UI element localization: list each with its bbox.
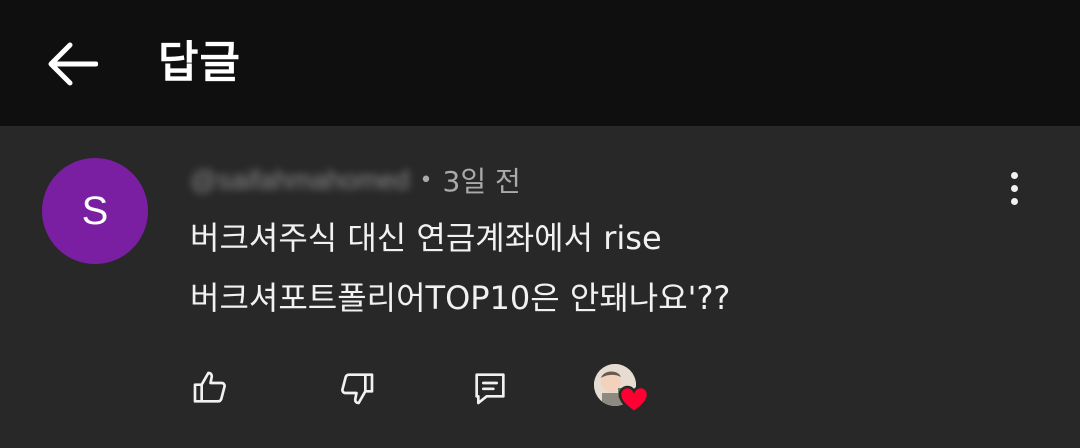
more-options-button[interactable]: [994, 166, 1034, 210]
arrow-left-icon: [48, 42, 98, 86]
thumb-down-icon: [341, 373, 374, 405]
more-vertical-icon-dot: [1010, 184, 1018, 192]
author-handle[interactable]: @saifahmahomed: [190, 165, 410, 196]
more-vertical-icon: [1010, 171, 1018, 179]
comment-text-line-1: 버크셔주식 대신 연금계좌에서 rise: [190, 219, 662, 257]
more-vertical-icon-dot: [1010, 197, 1018, 205]
dislike-button[interactable]: [331, 362, 383, 414]
comment-item: S @saifahmahomed • 3일 전 버크셔주식 대신 연금계좌에서 …: [0, 126, 1080, 448]
comment-timestamp: 3일 전: [442, 165, 521, 198]
comment-text-line-2: 버크셔포트폴리어TOP10은 안돼나요'??: [190, 279, 731, 317]
reply-button[interactable]: [464, 362, 516, 414]
meta-separator: •: [419, 167, 433, 193]
creator-heart-icon: [618, 385, 650, 414]
creator-heart[interactable]: [594, 364, 652, 418]
avatar-letter: S: [81, 188, 109, 233]
avatar[interactable]: S: [42, 158, 148, 264]
comment-icon: [475, 373, 505, 405]
top-app-bar: 답글: [0, 0, 1080, 126]
like-button[interactable]: [184, 362, 236, 414]
comment-meta: @saifahmahomed • 3일 전: [190, 162, 521, 199]
back-button[interactable]: [36, 28, 108, 100]
thumb-up-icon: [193, 371, 226, 403]
page-title: 답글: [158, 37, 241, 88]
